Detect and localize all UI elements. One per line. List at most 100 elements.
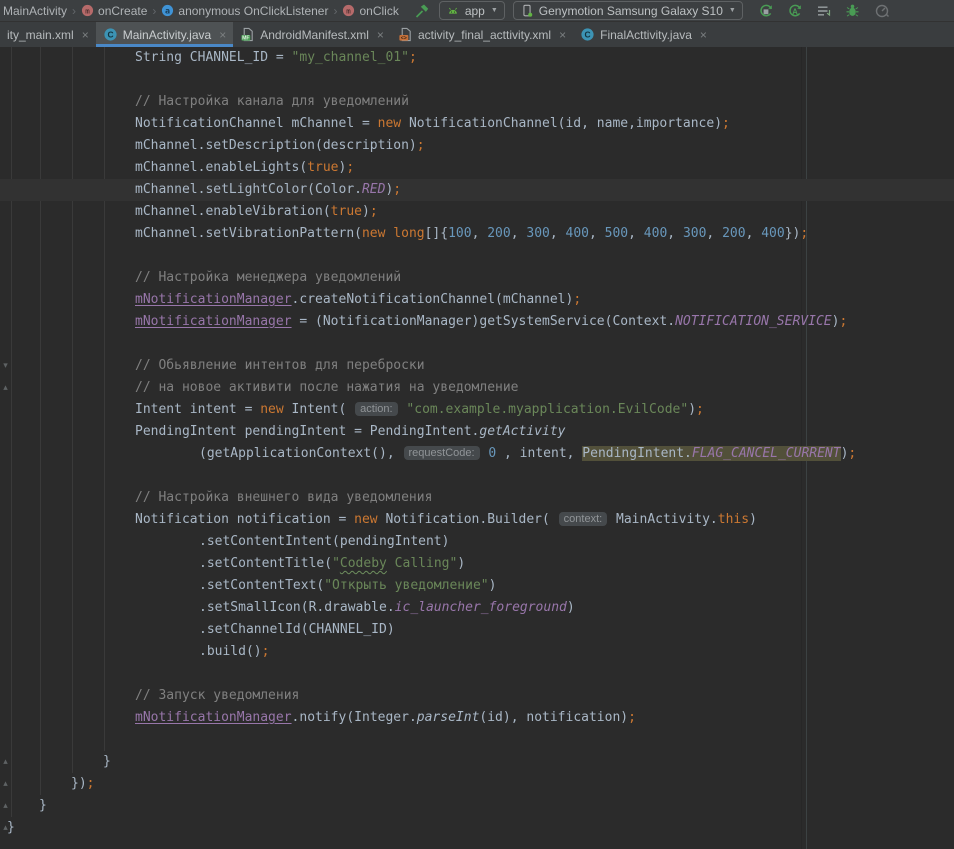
code-line[interactable] [0, 333, 954, 355]
code-line[interactable]: .build(); [0, 641, 954, 663]
fold-marker-icon[interactable]: ▴ [0, 382, 11, 394]
code-token: 500 [605, 226, 628, 241]
code-token: Notification notification = [135, 512, 354, 527]
code-editor[interactable]: String CHANNEL_ID = "my_channel_01"; // Н… [0, 47, 954, 849]
code-token: .setChannelId(CHANNEL_ID) [199, 622, 395, 637]
tab-close-icon[interactable]: × [700, 29, 707, 41]
fold-marker-icon[interactable]: ▴ [0, 800, 11, 812]
breadcrumb-item[interactable]: MainActivity [3, 4, 67, 18]
code-line[interactable]: // Настройка канала для уведомлений [0, 91, 954, 113]
code-line[interactable]: .setContentText("Открыть уведомление") [0, 575, 954, 597]
breadcrumb-label: anonymous OnClickListener [178, 4, 328, 18]
code-token: this [718, 512, 749, 527]
tab-close-icon[interactable]: × [82, 29, 89, 41]
rerun-activity-icon[interactable] [757, 2, 775, 20]
code-line[interactable]: .setChannelId(CHANNEL_ID) [0, 619, 954, 641]
code-token: 200 [487, 226, 510, 241]
run-configuration-label: app [465, 4, 485, 18]
tab-label: MainActivity.java [123, 28, 211, 42]
code-line[interactable]: }); [0, 773, 954, 795]
code-token: .notify(Integer. [292, 710, 417, 725]
android-icon [446, 4, 460, 18]
code-line[interactable]: mChannel.enableVibration(true); [0, 201, 954, 223]
code-area[interactable]: String CHANNEL_ID = "my_channel_01"; // Н… [0, 47, 954, 839]
code-line[interactable]: mChannel.setDescription(description); [0, 135, 954, 157]
breadcrumb-item[interactable]: aanonymous OnClickListener [161, 4, 328, 18]
code-token: long [393, 226, 424, 241]
editor-tab[interactable]: MFAndroidManifest.xml× [233, 22, 391, 47]
fold-marker-icon[interactable]: ▴ [0, 822, 11, 834]
code-line[interactable] [0, 663, 954, 685]
code-line[interactable]: .setContentIntent(pendingIntent) [0, 531, 954, 553]
code-line[interactable]: } [0, 817, 954, 839]
code-line[interactable]: // Настройка менеджера уведомлений [0, 267, 954, 289]
svg-text:A: A [792, 7, 798, 16]
code-line[interactable]: PendingIntent pendingIntent = PendingInt… [0, 421, 954, 443]
code-token: 400 [761, 226, 784, 241]
editor-tab[interactable]: CFinalActtivity.java× [573, 22, 714, 47]
code-token: mChannel.setDescription(description) [135, 138, 417, 153]
code-line[interactable]: mNotificationManager.notify(Integer.pars… [0, 707, 954, 729]
class-icon: C [103, 27, 118, 42]
code-line[interactable]: .setSmallIcon(R.drawable.ic_launcher_for… [0, 597, 954, 619]
tab-close-icon[interactable]: × [377, 29, 384, 41]
class-icon: C [580, 27, 595, 42]
breadcrumb-item[interactable]: monClick [342, 4, 398, 18]
tab-close-icon[interactable]: × [559, 29, 566, 41]
code-line[interactable]: (getApplicationContext(), requestCode: 0… [0, 443, 954, 465]
code-token: ; [628, 710, 636, 725]
apply-code-changes-icon[interactable]: A [786, 2, 804, 20]
editor-tab-bar: ity_main.xml×CMainActivity.java×MFAndroi… [0, 22, 954, 47]
tab-close-icon[interactable]: × [219, 29, 226, 41]
code-line[interactable]: // Обьявление интентов для переброски [0, 355, 954, 377]
code-line[interactable]: // Запуск уведомления [0, 685, 954, 707]
code-line[interactable]: .setContentTitle("Codeby Calling") [0, 553, 954, 575]
code-token: // Запуск уведомления [135, 688, 299, 703]
code-line[interactable]: } [0, 795, 954, 817]
code-token: ; [393, 182, 401, 197]
code-line[interactable]: // на новое активити после нажатия на ув… [0, 377, 954, 399]
code-line[interactable]: mChannel.setVibrationPattern(new long[]{… [0, 223, 954, 245]
code-line[interactable]: mChannel.setLightColor(Color.RED); [0, 179, 954, 201]
editor-tab[interactable]: ity_main.xml× [0, 22, 96, 47]
device-select[interactable]: Genymotion Samsung Galaxy S10 ▼ [513, 1, 743, 20]
code-line[interactable] [0, 245, 954, 267]
code-token: 100 [448, 226, 471, 241]
fold-marker-icon[interactable]: ▴ [0, 756, 11, 768]
code-token: .setContentIntent(pendingIntent) [199, 534, 449, 549]
debug-icon[interactable] [844, 2, 862, 20]
run-configuration-select[interactable]: app ▼ [439, 1, 505, 20]
breadcrumb-item[interactable]: monCreate [81, 4, 147, 18]
code-token: ) [489, 578, 497, 593]
fold-marker-icon[interactable]: ▾ [0, 360, 11, 372]
code-token: Calling" [387, 556, 457, 571]
code-line[interactable]: // Настройка внешнего вида уведомления [0, 487, 954, 509]
fold-gutter: ▾ ▴ ▴ ▴ ▴ ▴ [0, 47, 11, 849]
code-line[interactable] [0, 729, 954, 751]
fold-marker-icon[interactable]: ▴ [0, 778, 11, 790]
code-line[interactable]: mNotificationManager = (NotificationMana… [0, 311, 954, 333]
profile-icon[interactable] [873, 2, 891, 20]
code-token: "Открыть уведомление" [324, 578, 488, 593]
code-token: .setContentText( [199, 578, 324, 593]
code-line[interactable]: String CHANNEL_ID = "my_channel_01"; [0, 47, 954, 69]
code-token: 400 [644, 226, 667, 241]
code-token: ; [409, 50, 417, 65]
code-line[interactable]: NotificationChannel mChannel = new Notif… [0, 113, 954, 135]
code-token: MainActivity. [608, 512, 718, 527]
attach-debugger-icon[interactable] [815, 2, 833, 20]
code-line[interactable]: mChannel.enableLights(true); [0, 157, 954, 179]
code-line[interactable] [0, 69, 954, 91]
code-line[interactable]: Notification notification = new Notifica… [0, 509, 954, 531]
code-line[interactable]: Intent intent = new Intent( action: "com… [0, 399, 954, 421]
code-line[interactable]: } [0, 751, 954, 773]
code-line[interactable] [0, 465, 954, 487]
editor-tab[interactable]: <>activity_final_acttivity.xml× [391, 22, 573, 47]
editor-tab[interactable]: C MainActivity.java × [96, 22, 234, 47]
code-token: PendingIntent. [582, 446, 692, 461]
code-line[interactable]: mNotificationManager.createNotificationC… [0, 289, 954, 311]
code-token: NotificationChannel mChannel = [135, 116, 378, 131]
code-token: 300 [526, 226, 549, 241]
code-token: ) [688, 402, 696, 417]
build-hammer-icon[interactable] [413, 2, 431, 20]
